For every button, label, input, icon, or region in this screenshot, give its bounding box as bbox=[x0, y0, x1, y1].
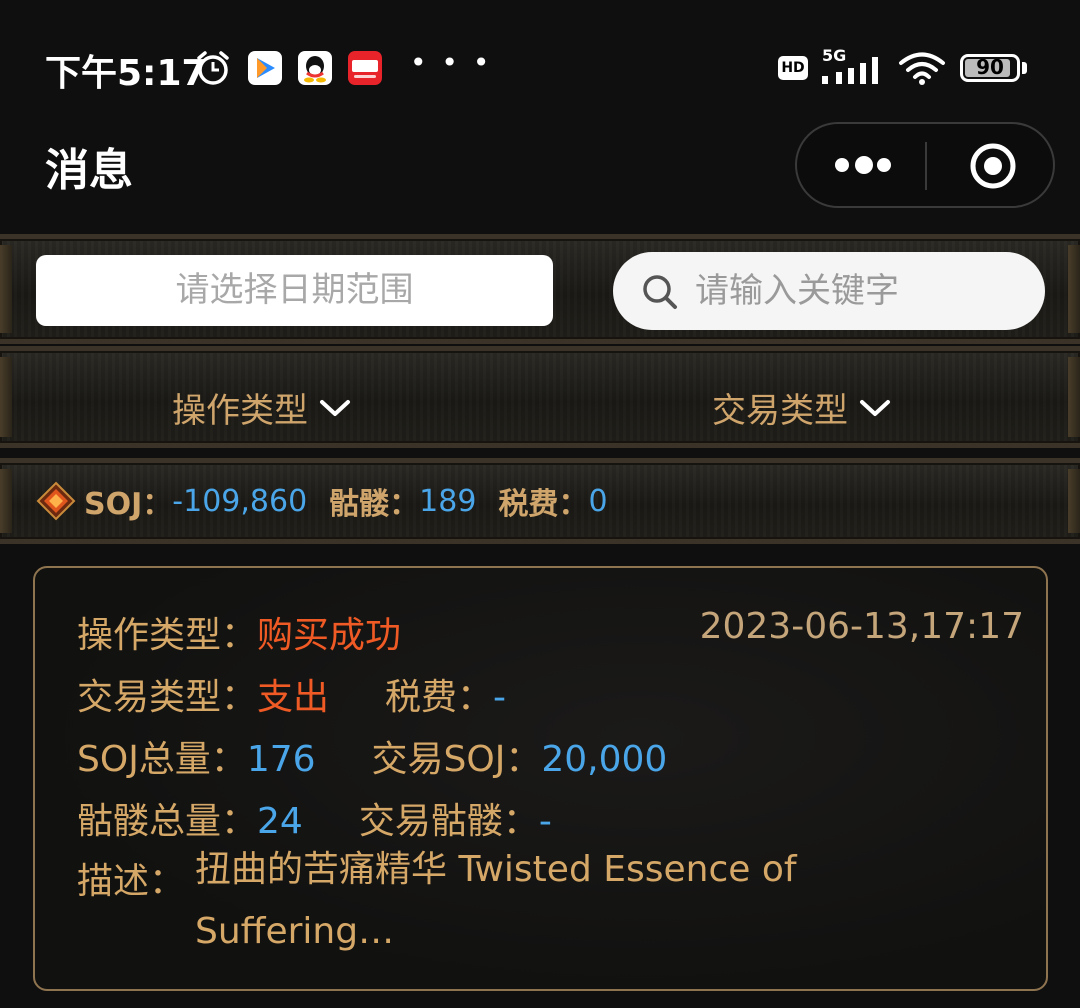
tx-soj-label: 交易SOJ： bbox=[371, 739, 542, 780]
rune-gem-icon bbox=[36, 481, 76, 521]
transaction-type-dropdown[interactable]: 交易类型 bbox=[712, 383, 892, 432]
video-app-icon bbox=[248, 51, 282, 85]
operation-type-dropdown[interactable]: 操作类型 bbox=[172, 383, 352, 432]
transaction-type-label: 交易类型 bbox=[712, 391, 848, 431]
chevron-down-icon bbox=[860, 399, 890, 416]
search-placeholder: 请输入关键字 bbox=[695, 271, 899, 311]
kandian-icon bbox=[348, 51, 382, 85]
page-title: 消息 bbox=[45, 145, 133, 196]
summary-tax-label: 税费： bbox=[498, 487, 589, 522]
skull-total-label: 骷髅总量： bbox=[77, 801, 258, 842]
search-input[interactable]: 请输入关键字 bbox=[613, 252, 1045, 330]
date-range-picker[interactable]: 请选择日期范围 bbox=[36, 255, 553, 326]
capsule-divider bbox=[925, 142, 927, 190]
status-time: 下午5:17 bbox=[45, 53, 207, 94]
soj-total-label: SOJ总量： bbox=[77, 739, 247, 780]
operation-type-row: 操作类型：购买成功 bbox=[77, 606, 401, 658]
description-text: 扭曲的苦痛精华 Twisted Essence of Suffering… bbox=[195, 849, 797, 952]
record-datetime: 2023-06-13,17:17 bbox=[699, 606, 1024, 647]
battery-percent: 90 bbox=[976, 55, 1004, 79]
more-icon[interactable] bbox=[835, 154, 895, 178]
signal-icon bbox=[822, 57, 878, 84]
summary-skull-label: 骷髅： bbox=[329, 487, 420, 522]
tax-label: 税费： bbox=[385, 677, 494, 718]
search-icon bbox=[643, 275, 677, 309]
tax-value: - bbox=[493, 677, 507, 718]
more-notifications-icon: • • • bbox=[410, 46, 493, 79]
hd-icon: HD bbox=[778, 56, 808, 80]
skull-row: 骷髅总量：24 交易骷髅：- bbox=[77, 792, 552, 844]
tx-type-value: 支出 bbox=[257, 677, 330, 718]
close-miniprogram-icon[interactable] bbox=[969, 142, 1017, 190]
description-label: 描述： bbox=[77, 861, 186, 902]
filter-panel bbox=[0, 346, 1080, 448]
soj-total-value: 176 bbox=[246, 739, 316, 780]
transaction-record-card[interactable]: 操作类型：购买成功 2023-06-13,17:17 交易类型：支出 税费：- S… bbox=[33, 566, 1048, 991]
tx-skull-label: 交易骷髅： bbox=[358, 801, 539, 842]
status-bar: 下午5:17 • • • HD 5G 90 bbox=[0, 0, 1080, 120]
miniprogram-capsule bbox=[795, 122, 1055, 208]
tx-type-label: 交易类型： bbox=[77, 677, 258, 718]
chevron-down-icon bbox=[320, 399, 350, 416]
alarm-icon bbox=[197, 51, 229, 85]
soj-row: SOJ总量：176 交易SOJ：20,000 bbox=[77, 730, 667, 782]
tx-skull-value: - bbox=[538, 801, 552, 842]
summary-soj-label: SOJ： bbox=[84, 487, 173, 522]
battery-tip bbox=[1022, 62, 1027, 74]
operation-type-label: 操作类型 bbox=[172, 391, 308, 431]
summary-skull-value: 189 bbox=[419, 483, 477, 519]
skull-total-value: 24 bbox=[257, 801, 303, 842]
battery-icon: 90 bbox=[960, 54, 1020, 82]
transaction-type-row: 交易类型：支出 税费：- bbox=[77, 668, 506, 720]
wifi-icon bbox=[899, 52, 945, 85]
screen: 下午5:17 • • • HD 5G 90 消息 请选择日期范围 请输入关键字 … bbox=[0, 0, 1080, 1008]
op-type-value: 购买成功 bbox=[257, 615, 402, 656]
qq-icon bbox=[298, 51, 332, 85]
op-type-label: 操作类型： bbox=[77, 615, 258, 656]
summary-soj-value: -109,860 bbox=[172, 483, 308, 519]
tx-soj-value: 20,000 bbox=[541, 739, 668, 780]
summary-bar: SOJ： -109,860 骷髅： 189 税费： 0 bbox=[36, 478, 630, 524]
summary-tax-value: 0 bbox=[588, 483, 608, 519]
